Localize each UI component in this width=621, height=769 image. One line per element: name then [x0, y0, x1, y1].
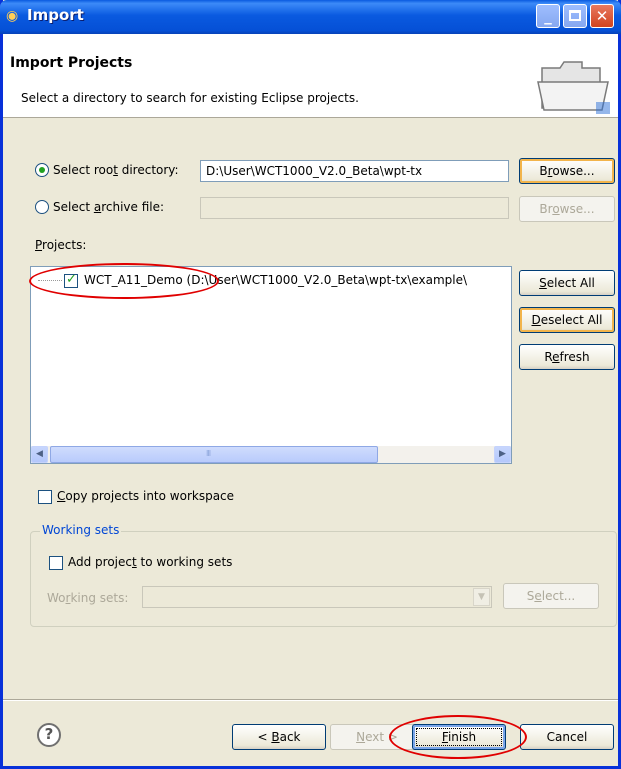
copy-projects-checkbox[interactable]: [38, 490, 52, 504]
add-to-working-sets-checkbox[interactable]: [49, 556, 63, 570]
refresh-button[interactable]: Refresh: [519, 344, 615, 370]
cancel-button[interactable]: Cancel: [520, 724, 614, 750]
browse-archive-button: Browse...: [519, 196, 615, 222]
title-bar: ◉ Import _ ✕: [0, 0, 621, 34]
archive-file-input: [200, 197, 509, 219]
select-archive-label[interactable]: Select archive file:: [53, 200, 164, 214]
open-folder-icon: [537, 61, 610, 114]
window-title: Import: [27, 6, 84, 24]
list-item[interactable]: WCT_A11_Demo (D:\User\WCT1000_V2.0_Beta\…: [31, 271, 511, 291]
eclipse-icon: ◉: [6, 8, 19, 24]
add-to-working-sets-label[interactable]: Add project to working sets: [68, 555, 232, 569]
footer-divider: [3, 699, 618, 701]
wizard-header: Import Projects Select a directory to se…: [3, 34, 618, 118]
finish-button[interactable]: Finish: [412, 724, 506, 750]
select-working-sets-button: Select...: [503, 583, 599, 609]
scroll-left-icon[interactable]: ◀: [31, 446, 48, 463]
horizontal-scrollbar[interactable]: ◀ ▶: [31, 446, 511, 463]
back-button[interactable]: < Back: [232, 724, 326, 750]
browse-root-button[interactable]: Browse...: [519, 158, 615, 184]
help-icon[interactable]: ?: [37, 723, 61, 747]
project-label: WCT_A11_Demo (D:\User\WCT1000_V2.0_Beta\…: [84, 273, 468, 287]
copy-projects-label[interactable]: Copy projects into workspace: [57, 489, 234, 503]
working-sets-group: [30, 531, 617, 627]
select-root-radio[interactable]: [35, 163, 49, 177]
chevron-down-icon: ▼: [473, 588, 490, 606]
select-all-button[interactable]: Select All: [519, 270, 615, 296]
working-sets-combo: ▼: [142, 586, 492, 608]
close-button[interactable]: ✕: [590, 4, 614, 28]
import-dialog: ◉ Import _ ✕ Import Projects Select a di…: [0, 0, 621, 769]
working-sets-title: Working sets: [40, 523, 122, 537]
projects-label: Projects:: [35, 238, 87, 252]
next-button: Next >: [330, 724, 424, 750]
project-checkbox[interactable]: [64, 272, 78, 288]
select-root-label[interactable]: Select root directory:: [53, 163, 179, 177]
select-archive-radio[interactable]: [35, 200, 49, 214]
maximize-button[interactable]: [563, 4, 587, 28]
scroll-thumb[interactable]: [50, 446, 378, 463]
minimize-button[interactable]: _: [536, 4, 560, 28]
page-description: Select a directory to search for existin…: [21, 91, 359, 105]
working-sets-label: Working sets:: [47, 591, 129, 605]
scroll-right-icon[interactable]: ▶: [494, 446, 511, 463]
projects-list[interactable]: WCT_A11_Demo (D:\User\WCT1000_V2.0_Beta\…: [30, 266, 512, 464]
root-directory-input[interactable]: D:\User\WCT1000_V2.0_Beta\wpt-tx: [200, 160, 509, 182]
deselect-all-button[interactable]: Deselect All: [519, 307, 615, 333]
page-title: Import Projects: [10, 55, 133, 71]
